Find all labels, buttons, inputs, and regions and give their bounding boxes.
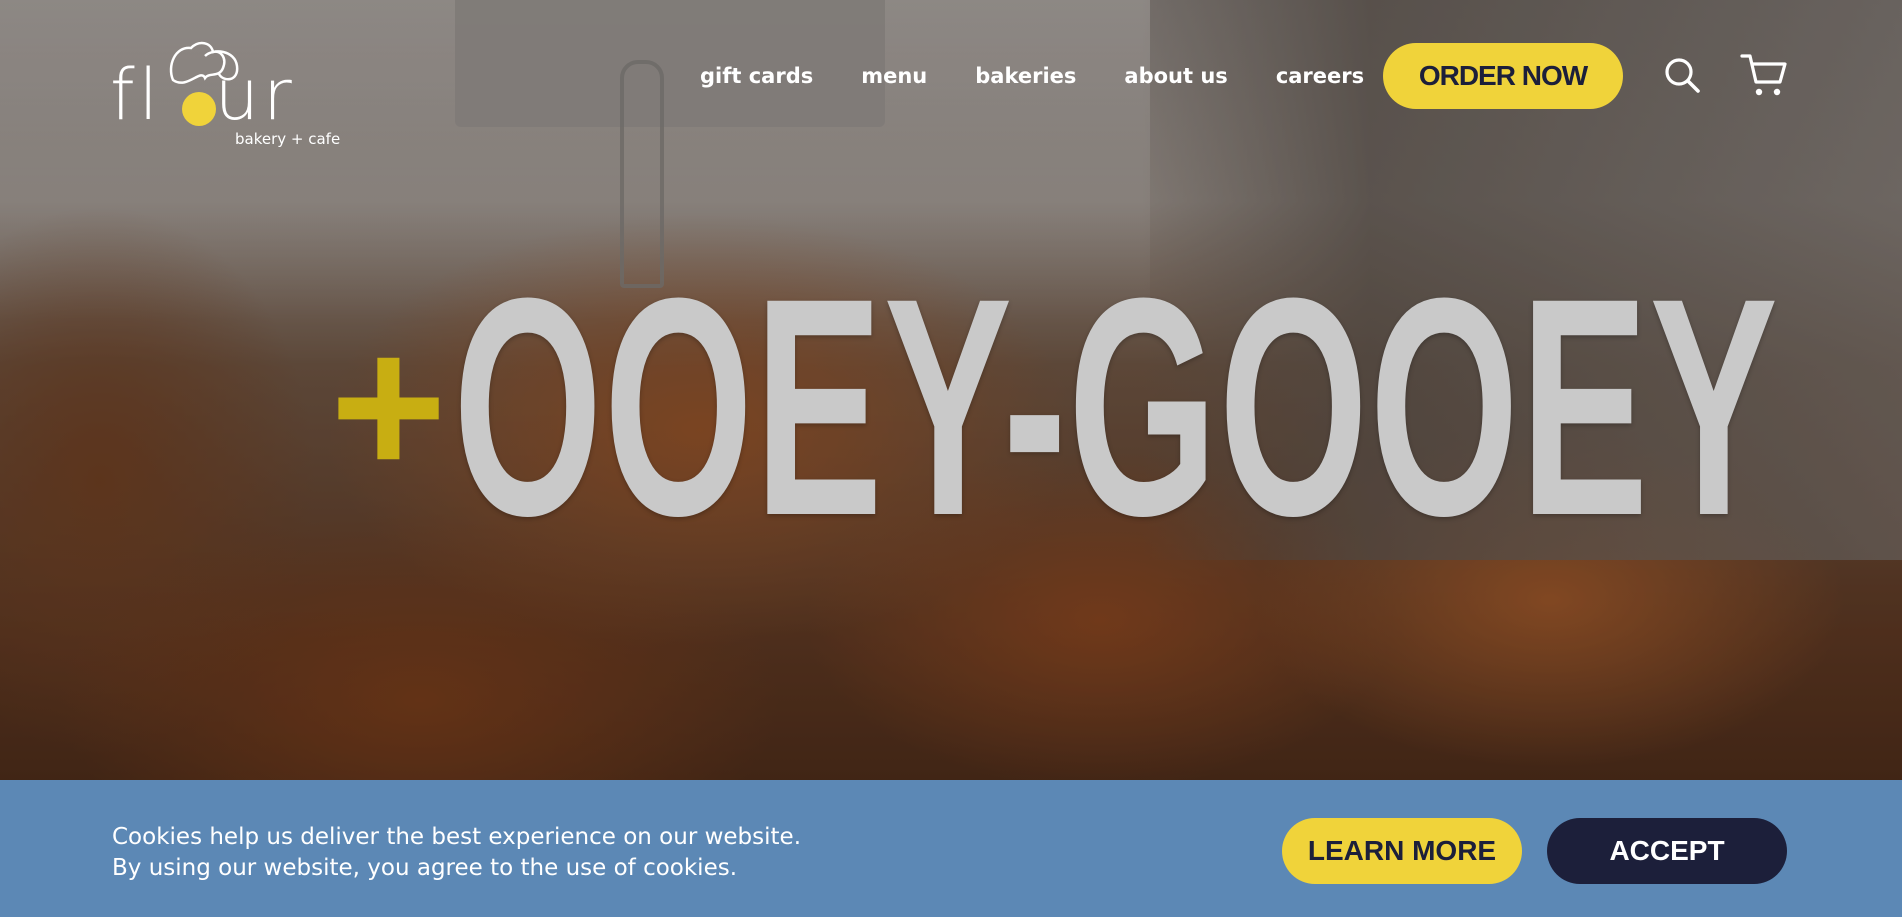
cookie-banner: Cookies help us deliver the best experie… (0, 780, 1902, 917)
logo-tagline: bakery + cafe (235, 130, 341, 148)
nav-item-careers[interactable]: careers (1276, 64, 1364, 88)
nav-item-about-us[interactable]: about us (1124, 64, 1227, 88)
nav-item-menu[interactable]: menu (861, 64, 927, 88)
accept-cookies-button[interactable]: ACCEPT (1547, 818, 1787, 884)
nav-item-bakeries[interactable]: bakeries (975, 64, 1076, 88)
cookie-message-line-2: By using our website, you agree to the u… (112, 855, 738, 881)
headline-text: OOEY-GOOEY (452, 233, 1779, 580)
cart-icon[interactable] (1740, 52, 1788, 98)
learn-more-button[interactable]: LEARN MORE (1282, 818, 1522, 884)
hero-headline: + OOEY-GOOEY (330, 252, 1778, 562)
site-logo[interactable]: fl ur bakery + cafe (110, 40, 350, 150)
order-now-button[interactable]: ORDER NOW (1383, 43, 1623, 109)
nav-item-gift-cards[interactable]: gift cards (700, 64, 813, 88)
logo-dot (182, 92, 216, 126)
cookie-message: Cookies help us deliver the best experie… (112, 822, 801, 884)
main-nav: gift cards menu bakeries about us career… (700, 58, 1412, 94)
headline-plus: + (330, 295, 447, 518)
cookie-message-line-1: Cookies help us deliver the best experie… (112, 824, 802, 850)
search-icon[interactable] (1663, 56, 1701, 94)
